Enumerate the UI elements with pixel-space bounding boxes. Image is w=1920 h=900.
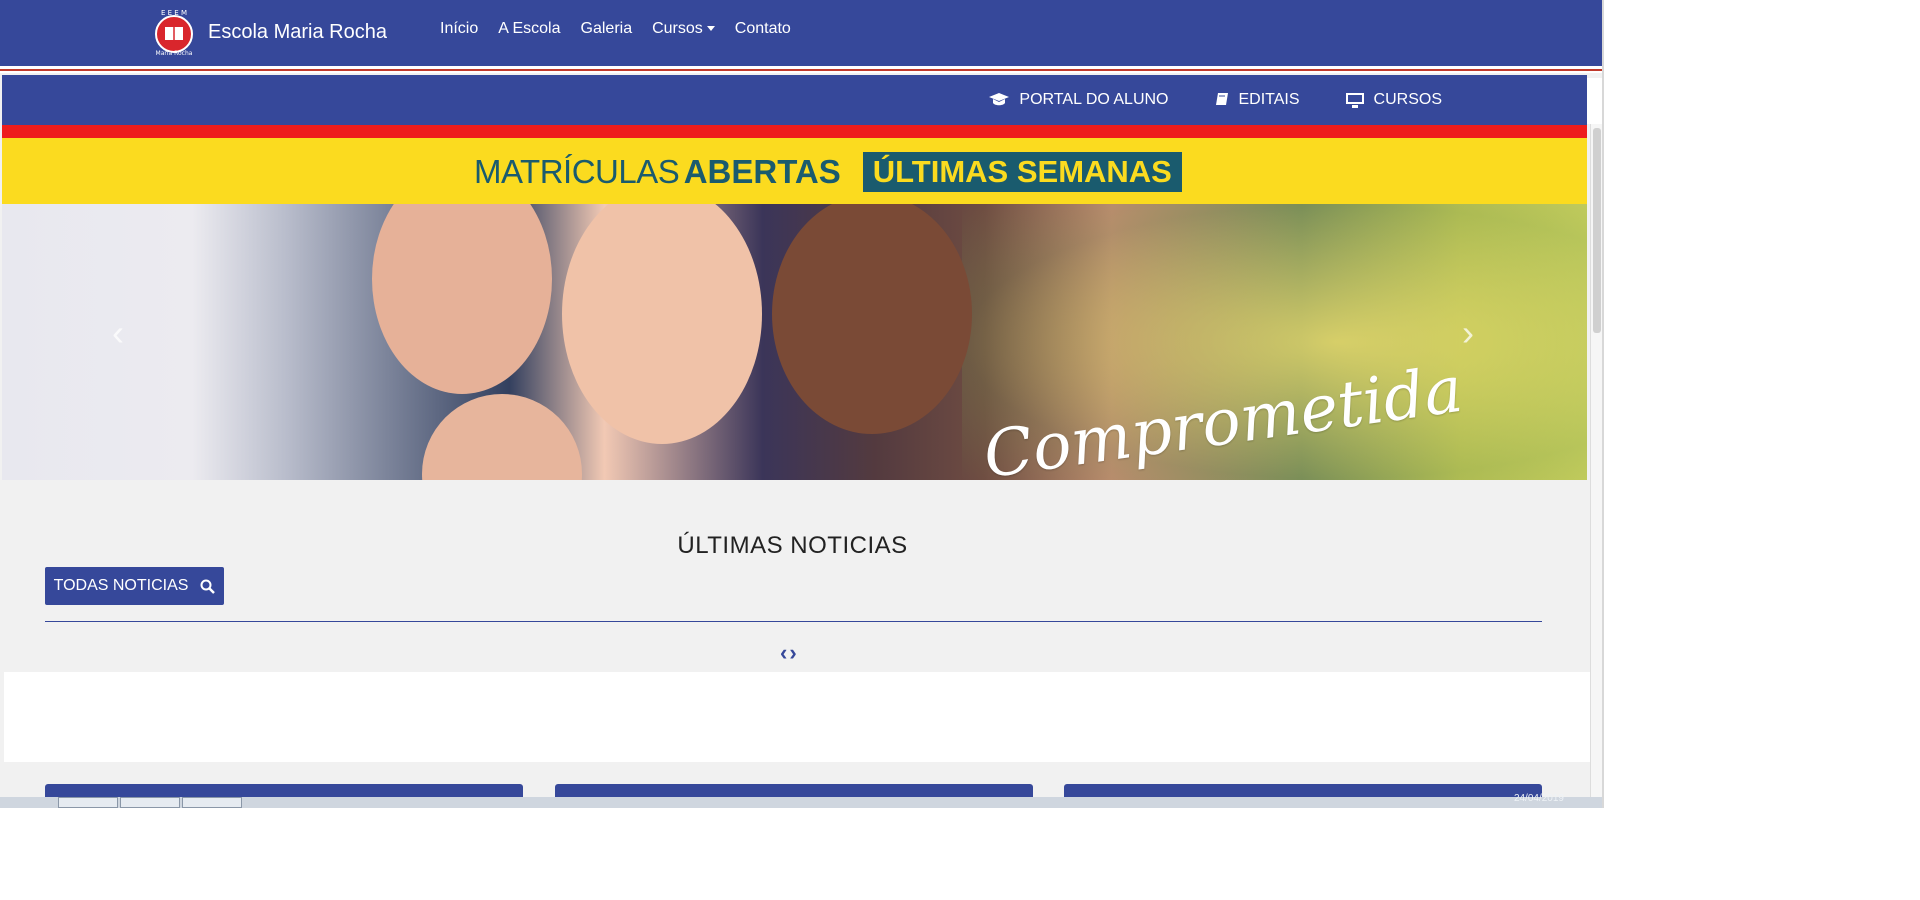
banner-abertas: ABERTAS: [683, 153, 841, 190]
nav-cursos-label: Cursos: [652, 20, 703, 37]
svg-text:Maria Rocha: Maria Rocha: [156, 50, 193, 57]
banner-ultimas-semanas: ÚLTIMAS SEMANAS: [850, 152, 1182, 200]
carousel-prev-icon[interactable]: ‹: [112, 312, 124, 354]
taskbar-button[interactable]: [182, 797, 242, 808]
divider: [0, 71, 1602, 73]
hero-photo-student: [372, 204, 552, 394]
hero-photo-student: [772, 204, 972, 434]
all-news-button[interactable]: TODAS NOTICIAS: [45, 567, 224, 605]
secondary-navbar: PORTAL DO ALUNO EDITAIS CURSOS: [2, 75, 1587, 125]
portal-do-aluno-label: PORTAL DO ALUNO: [1019, 91, 1169, 108]
portal-do-aluno-link[interactable]: PORTAL DO ALUNO: [989, 91, 1169, 109]
caret-down-icon: [706, 26, 715, 32]
editais-link[interactable]: EDITAIS: [1215, 91, 1300, 109]
vertical-scrollbar[interactable]: [1590, 124, 1602, 808]
graduation-cap-icon: [989, 93, 1010, 106]
svg-text:E E E M: E E E M: [161, 9, 187, 17]
taskbar-button[interactable]: [58, 797, 118, 808]
book-icon: [1215, 93, 1228, 105]
editais-label: EDITAIS: [1238, 91, 1300, 108]
main-navbar: E E E M Maria Rocha Escola Maria Rocha I…: [0, 0, 1602, 73]
news-divider: [45, 621, 1542, 622]
cursos-label: CURSOS: [1373, 91, 1442, 108]
scrollbar-thumb[interactable]: [1593, 128, 1601, 333]
news-content-area: [4, 672, 1602, 762]
news-section-title: ÚLTIMAS NOTICIAS: [677, 532, 908, 559]
red-stripe: [2, 125, 1587, 138]
news-pager: ‹ ›: [780, 640, 797, 666]
nav-a-escola[interactable]: A Escola: [498, 20, 560, 38]
search-icon: [200, 579, 216, 594]
hero-photo-student: [562, 204, 762, 444]
nav-inicio[interactable]: Início: [440, 20, 478, 38]
nav-cursos-dropdown[interactable]: Cursos: [652, 20, 715, 38]
os-taskbar: 24/04/2019: [0, 793, 1602, 808]
hero-carousel[interactable]: Comprometida ‹ ›: [2, 204, 1587, 480]
brand[interactable]: E E E M Maria Rocha Escola Maria Rocha: [152, 7, 387, 57]
taskbar-button[interactable]: [120, 797, 180, 808]
cursos-link[interactable]: CURSOS: [1345, 91, 1442, 109]
hero-photo-student: [422, 394, 582, 480]
browser-viewport: E E E M Maria Rocha Escola Maria Rocha I…: [0, 0, 1604, 808]
news-prev-icon[interactable]: ‹: [780, 640, 787, 666]
carousel-next-icon[interactable]: ›: [1462, 312, 1474, 354]
banner-text: MATRÍCULAS ABERTAS: [474, 153, 841, 191]
school-logo-icon[interactable]: E E E M Maria Rocha: [152, 7, 196, 57]
brand-name[interactable]: Escola Maria Rocha: [208, 21, 387, 44]
desktop-icon: [1345, 92, 1364, 108]
main-menu: Início A Escola Galeria Cursos Contato: [440, 20, 791, 38]
nav-galeria[interactable]: Galeria: [581, 20, 633, 38]
news-next-icon[interactable]: ›: [789, 640, 796, 666]
banner-matriculas: MATRÍCULAS: [474, 153, 680, 190]
all-news-label: TODAS NOTICIAS: [53, 577, 189, 594]
side-gap: [1587, 78, 1602, 124]
nav-contato[interactable]: Contato: [735, 20, 791, 38]
enrollment-banner[interactable]: MATRÍCULAS ABERTAS ÚLTIMAS SEMANAS: [2, 138, 1587, 204]
taskbar-clock: 24/04/2019: [1513, 793, 1564, 804]
